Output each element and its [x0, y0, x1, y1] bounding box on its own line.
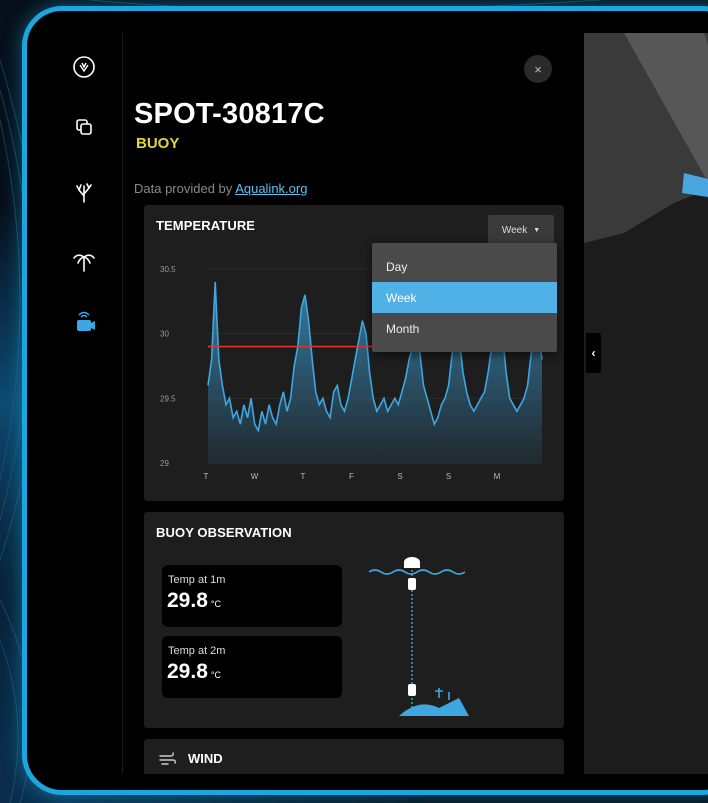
observation-title: BUOY OBSERVATION — [156, 525, 292, 540]
nav-rail — [47, 33, 123, 774]
station-panel: × SPOT-30817C BUOY Data provided by Aqua… — [124, 33, 584, 774]
range-menu: Day Week Month — [372, 243, 557, 352]
wind-title: WIND — [188, 751, 223, 766]
range-select[interactable]: Week ▼ — [488, 215, 554, 245]
range-selected: Week — [501, 224, 528, 236]
x-tick-label: F — [349, 472, 354, 481]
data-provider: Data provided by Aqualink.org — [134, 181, 307, 196]
buoy-float-icon — [404, 557, 420, 568]
x-tick-label: W — [251, 472, 259, 481]
device-frame: × SPOT-30817C BUOY Data provided by Aqua… — [22, 6, 708, 795]
reading-label: Temp at 1m — [168, 574, 226, 586]
collapse-panel-button[interactable]: ‹ — [586, 333, 601, 373]
y-tick-label: 29.5 — [160, 394, 176, 403]
x-tick-label: M — [494, 472, 501, 481]
reading-temp-1m: Temp at 1m 29.8 °C — [162, 565, 342, 627]
reading-temp-2m: Temp at 2m 29.8 °C — [162, 636, 342, 698]
range-option-day[interactable]: Day — [372, 251, 557, 282]
coral-icon[interactable] — [70, 179, 98, 207]
app-screen: × SPOT-30817C BUOY Data provided by Aqua… — [47, 33, 708, 774]
station-type: BUOY — [136, 135, 180, 152]
provider-prefix: Data provided by — [134, 181, 236, 196]
station-title: SPOT-30817C — [134, 98, 325, 130]
palm-tree-icon[interactable] — [70, 247, 98, 275]
map-terrain — [584, 33, 708, 243]
x-tick-label: S — [397, 472, 402, 481]
layers-icon[interactable] — [70, 113, 98, 141]
caret-down-icon: ▼ — [533, 226, 541, 234]
buoy-diagram — [368, 557, 469, 716]
y-tick-label: 29 — [160, 459, 169, 468]
provider-link[interactable]: Aqualink.org — [235, 181, 307, 196]
temperature-card: 30.5 30 29.5 29 T W T F S S M TEMPERATURE Week ▼ D… — [144, 205, 564, 501]
app-logo-icon[interactable] — [70, 53, 98, 81]
chevron-left-icon: ‹ — [591, 346, 596, 360]
reading-label: Temp at 2m — [168, 645, 226, 657]
temperature-title: TEMPERATURE — [156, 218, 256, 233]
range-option-month[interactable]: Month — [372, 313, 557, 344]
x-tick-label: S — [446, 472, 451, 481]
reading-value: 29.8 °C — [167, 660, 221, 683]
wind-icon — [158, 749, 178, 774]
range-option-week[interactable]: Week — [372, 282, 557, 313]
sensor-1m — [408, 578, 416, 590]
reading-value: 29.8 °C — [167, 589, 221, 612]
map-view[interactable] — [584, 33, 708, 774]
x-tick-label: T — [301, 472, 306, 481]
y-tick-label: 30.5 — [160, 265, 176, 274]
water-surface — [368, 569, 466, 575]
buoy-observation-card: BUOY OBSERVATION Temp at 1m 29.8 °C Temp … — [144, 512, 564, 728]
seafloor — [369, 698, 469, 716]
wind-card: WIND — [144, 739, 564, 774]
buoy-icon[interactable] — [70, 308, 98, 336]
y-tick-label: 30 — [160, 330, 169, 339]
sensor-2m — [408, 684, 416, 696]
close-button[interactable]: × — [524, 55, 552, 83]
coral-shape — [435, 688, 450, 700]
x-tick-label: T — [204, 472, 209, 481]
